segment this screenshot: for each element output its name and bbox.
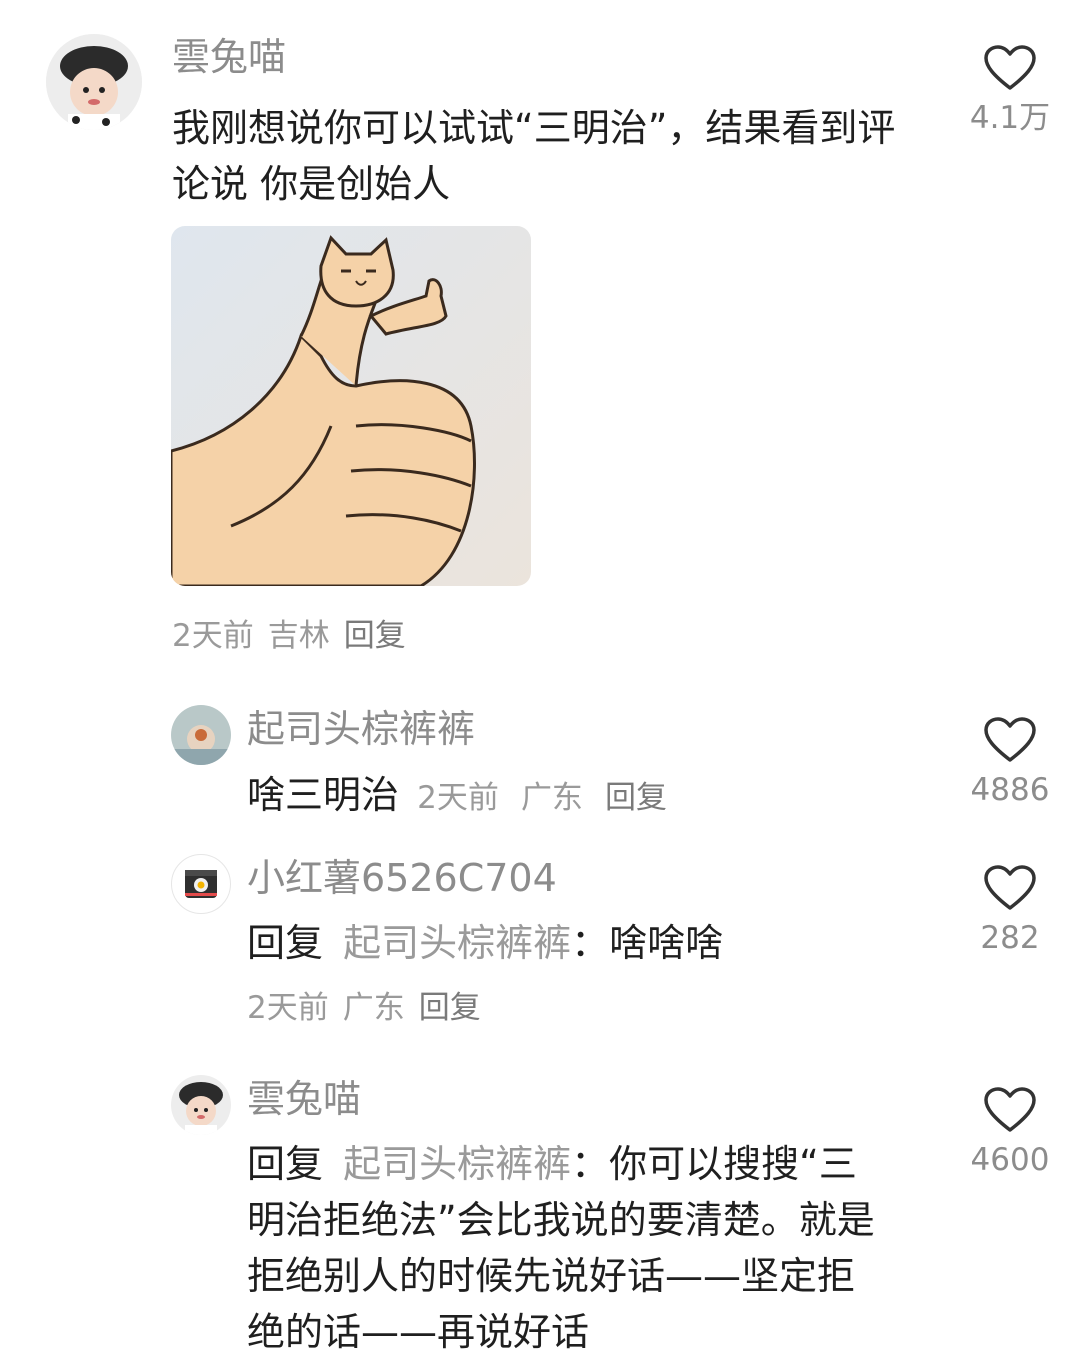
reply-text-block: 回复 起司头棕裤裤：你可以搜搜“三明治拒绝法”会比我说的要清楚。就是拒绝别人的时… [247, 1136, 887, 1360]
like-count: 4886 [970, 772, 1050, 808]
comment-image[interactable] [171, 226, 531, 586]
reply-location: 广东 [342, 990, 405, 1026]
like-button[interactable]: 282 [955, 864, 1065, 958]
heart-outline-icon[interactable] [983, 716, 1037, 764]
like-count: 4.1万 [969, 100, 1051, 136]
avatar[interactable] [171, 1075, 231, 1135]
heart-outline-icon[interactable] [983, 864, 1037, 912]
reply-prefix: 回复 [247, 921, 324, 965]
reply-button[interactable]: 回复 [344, 618, 406, 654]
like-button[interactable]: 4600 [955, 1086, 1065, 1180]
reply-text-row: 回复 起司头棕裤裤：啥啥啥 [247, 915, 723, 971]
reply-username[interactable]: 小红薯6526C704 [247, 855, 557, 901]
reply-username[interactable]: 起司头棕裤裤 [247, 706, 475, 752]
avatar[interactable] [46, 34, 142, 130]
reply-to-username[interactable]: 起司头棕裤裤 [343, 921, 571, 965]
like-count: 4600 [970, 1142, 1050, 1178]
comment-time: 2天前 [172, 618, 254, 654]
reply-button[interactable]: 回复 [419, 990, 481, 1026]
avatar[interactable] [171, 854, 231, 914]
reply-time: 2天前 [247, 990, 329, 1026]
like-count: 282 [980, 920, 1040, 956]
reply-meta: 2天前 广东 回复 [247, 988, 495, 1028]
reply-button[interactable]: 回复 [605, 780, 667, 816]
comment-username[interactable]: 雲兔喵 [172, 34, 286, 80]
reply-text-row: 啥三明治 2天前 广东 回复 [247, 767, 667, 826]
reply-time: 2天前 [417, 780, 499, 816]
reply-colon: ： [571, 921, 610, 965]
comment-meta: 2天前 吉林 回复 [172, 616, 420, 656]
reply-to-username[interactable]: 起司头棕裤裤 [343, 1142, 571, 1186]
camera-icon [185, 870, 217, 898]
comment-location: 吉林 [267, 618, 330, 654]
reply-prefix: 回复 [247, 1142, 324, 1186]
heart-outline-icon[interactable] [983, 44, 1037, 92]
comment-text: 我刚想说你可以试试“三明治”，结果看到评论说 你是创始人 [172, 106, 896, 206]
heart-outline-icon[interactable] [983, 1086, 1037, 1134]
reply-colon: ： [571, 1142, 610, 1186]
reply-text: 啥啥啥 [609, 921, 724, 965]
like-button[interactable]: 4886 [955, 716, 1065, 810]
like-button[interactable]: 4.1万 [955, 44, 1065, 138]
reply-username[interactable]: 雲兔喵 [247, 1076, 361, 1122]
avatar[interactable] [171, 705, 231, 765]
reply-location: 广东 [520, 780, 583, 816]
reply-text: 啥三明治 [247, 773, 400, 817]
